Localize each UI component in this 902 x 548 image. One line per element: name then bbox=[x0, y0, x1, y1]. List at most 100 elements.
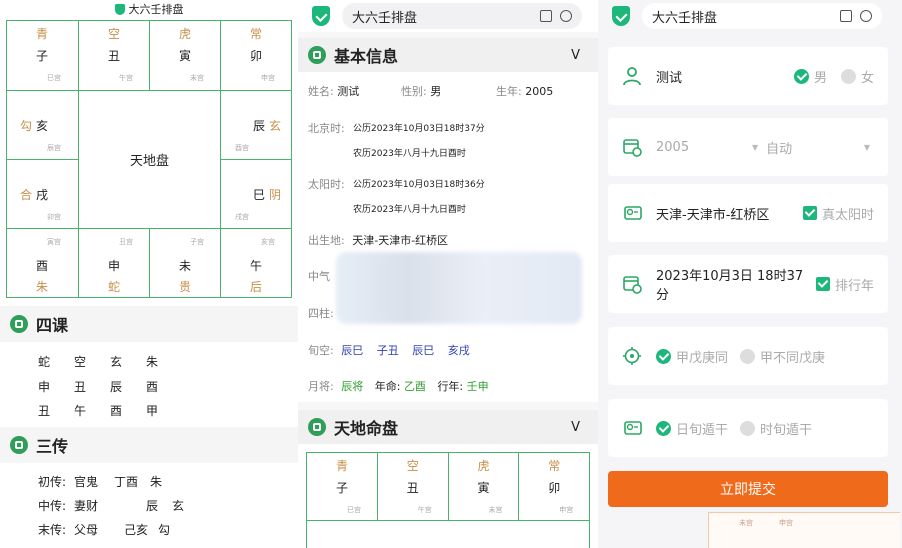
xunkong-label: 旬空: bbox=[308, 344, 334, 357]
cell-palace: 酉宫 bbox=[235, 144, 249, 152]
name-card: 测试 男 女 bbox=[608, 47, 888, 105]
cell-god: 蛇 bbox=[108, 280, 121, 294]
mingpan-grid: 青 子 巳宫 空 丑 午宫 虎 寅 未宫 常 卯 申宫 bbox=[306, 452, 590, 548]
cell-branch: 未 bbox=[179, 259, 192, 273]
grid-cell-bottom-4: 亥宫 午 后 bbox=[221, 229, 291, 297]
beijing-lunar-text: 农历2023年八月十九日酉时 bbox=[353, 149, 466, 159]
xunkong-value: 辰巳 bbox=[412, 344, 435, 357]
calendar-clock-icon bbox=[623, 276, 642, 294]
female-radio[interactable] bbox=[840, 68, 856, 84]
name-value: 测试 bbox=[337, 85, 360, 98]
sanchuan-ganzhi: 己亥 bbox=[123, 523, 148, 537]
cell-branch: 酉 bbox=[36, 259, 49, 273]
sex-label: 性别: bbox=[401, 85, 427, 98]
name-input[interactable]: 测试 bbox=[656, 67, 794, 86]
sike-table: 蛇 空 玄 朱 申 丑 辰 酉 丑 午 酉 甲 bbox=[38, 350, 158, 424]
sike-cell: 午 bbox=[74, 404, 87, 418]
cell-palace: 巳宫 bbox=[347, 506, 361, 514]
id-card-icon bbox=[624, 421, 642, 435]
cell-god: 朱 bbox=[36, 280, 49, 294]
datetime-picker[interactable]: 2023年10月3日 18时37分 bbox=[656, 265, 816, 303]
basic-info-body: 姓名: 测试 性别: 男 生年: 2005 北京时: 公历2023年10月03日… bbox=[298, 72, 598, 402]
xunkong-value: 亥戌 bbox=[447, 344, 470, 357]
target-icon bbox=[623, 347, 641, 365]
beijing-solar: 公历2023年10月03日18时37分 bbox=[353, 121, 485, 134]
cell-palace: 卯宫 bbox=[47, 213, 61, 221]
cell-palace: 辰宫 bbox=[47, 144, 61, 152]
browser-topbar: 大六壬排盘 bbox=[298, 0, 598, 32]
sike-row: 申 丑 辰 酉 bbox=[38, 375, 158, 400]
grid-center: 天地盘 bbox=[79, 91, 221, 229]
chevron-down-icon: ▼ bbox=[752, 142, 759, 152]
id-card-icon bbox=[624, 206, 642, 220]
tiandi-pan-grid: 青 子 巳宫 空 丑 午宫 虎 寅 未宫 常 卯 申宫 勾 亥 辰宫 合 戌 卯… bbox=[6, 20, 292, 298]
ri-xun-radio[interactable] bbox=[656, 420, 671, 436]
chevron-down-icon: ▼ bbox=[863, 142, 870, 152]
chevron-down-icon[interactable]: V bbox=[571, 420, 580, 435]
cell-god: 合 bbox=[20, 188, 33, 202]
section-title: 三传 bbox=[36, 437, 69, 456]
yuejiang-row: 月将: 辰将 年命: 乙酉 行年: 壬申 bbox=[308, 378, 489, 394]
sanchuan-label: 中传: bbox=[38, 499, 67, 513]
year-select[interactable]: 2005 bbox=[656, 140, 752, 155]
year-value: 2005 bbox=[525, 85, 554, 98]
grid-cell-top-2: 空 丑 午宫 bbox=[79, 21, 150, 91]
address-text: 大六壬排盘 bbox=[352, 10, 418, 26]
cell-god: 青 bbox=[36, 27, 49, 41]
sike-cell: 丑 bbox=[38, 404, 51, 418]
cell-branch: 寅 bbox=[477, 481, 490, 495]
cell-god: 青 bbox=[336, 459, 349, 473]
sike-row: 蛇 空 玄 朱 bbox=[38, 350, 158, 375]
sike-cell: 空 bbox=[74, 355, 87, 369]
cell-branch: 卯 bbox=[548, 481, 561, 495]
solar-row: 太阳时: bbox=[308, 176, 345, 192]
sanchuan-relation: 父母 bbox=[74, 523, 99, 537]
refresh-icon[interactable] bbox=[860, 10, 872, 22]
cell-branch: 丑 bbox=[406, 481, 419, 495]
zhongqi-label: 中气 bbox=[308, 270, 330, 283]
bookmark-icon[interactable] bbox=[540, 10, 552, 22]
ri-xun-label: 日旬遁干 bbox=[676, 422, 729, 438]
sike-cell: 酉 bbox=[110, 404, 123, 418]
sanchuan-ganzhi: 丁酉 bbox=[113, 475, 138, 489]
cell-branch: 戌 bbox=[36, 188, 49, 202]
male-radio[interactable] bbox=[793, 68, 809, 84]
solar-solar-text: 公历2023年10月03日18时36分 bbox=[353, 180, 485, 190]
jiawu-diff-radio[interactable] bbox=[740, 348, 756, 364]
address-bar[interactable]: 大六壬排盘 bbox=[342, 3, 582, 29]
sizhu-row: 四柱: bbox=[308, 305, 334, 321]
sanchuan-header: 三传 bbox=[0, 427, 298, 463]
basic-info-header[interactable]: 基本信息 V bbox=[298, 38, 598, 72]
sanchuan-relation: 妻财 bbox=[74, 499, 99, 513]
ming-value: 乙酉 bbox=[403, 380, 426, 393]
cell-palace: 亥宫 bbox=[261, 238, 275, 246]
shi-xun-radio[interactable] bbox=[740, 420, 756, 436]
submit-button[interactable]: 立即提交 bbox=[608, 471, 888, 507]
grid-cell-bottom-1: 寅宫 酉 朱 bbox=[7, 229, 79, 297]
mingpan-header[interactable]: 天地命盘 V bbox=[298, 410, 598, 444]
refresh-icon[interactable] bbox=[560, 10, 572, 22]
sanchuan-row: 中传: 妻财 辰 玄 bbox=[38, 494, 184, 518]
true-solar-checkbox[interactable] bbox=[802, 206, 817, 220]
place-select[interactable]: 天津-天津市-红桥区 bbox=[656, 204, 803, 223]
sike-cell: 蛇 bbox=[38, 355, 51, 369]
chevron-down-icon[interactable]: V bbox=[571, 48, 580, 63]
jiawu-same-radio[interactable] bbox=[656, 348, 671, 364]
bookmark-icon[interactable] bbox=[840, 10, 852, 22]
section-icon bbox=[308, 46, 326, 64]
jiawu-card: 甲戊庚同 甲不同戊庚 bbox=[608, 327, 888, 385]
shi-xun-label: 时旬遁干 bbox=[760, 422, 813, 438]
cell-god: 空 bbox=[406, 459, 419, 473]
calendar-clock-icon bbox=[623, 139, 642, 157]
sanchuan-table: 初传: 官鬼 丁酉 朱 中传: 妻财 辰 玄 末传: 父母 己亥 勾 bbox=[38, 470, 184, 542]
cell-branch: 申 bbox=[108, 259, 121, 273]
grid-cell-bottom-3: 子宫 未 贵 bbox=[150, 229, 221, 297]
ming-label: 年命: bbox=[374, 380, 401, 393]
mingpan-cell: 虎 寅 未宫 bbox=[448, 453, 520, 521]
sike-cell: 朱 bbox=[146, 355, 159, 369]
hour-select[interactable]: 自动 bbox=[766, 138, 864, 157]
pai-xing-nian-checkbox[interactable] bbox=[815, 277, 830, 291]
cell-branch: 卯 bbox=[250, 49, 263, 63]
male-label: 男 bbox=[813, 70, 827, 86]
address-bar[interactable]: 大六壬排盘 bbox=[642, 3, 882, 29]
